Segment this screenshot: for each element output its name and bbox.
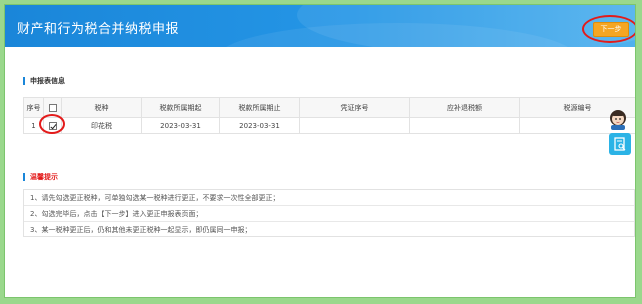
document-search-button[interactable] [609,133,631,155]
column-header-period-end: 税款所属期止 [219,97,300,118]
next-step-button[interactable]: 下一步 [593,22,629,37]
row-checkbox[interactable] [43,117,62,134]
tips-section-title: 温馨提示 [23,173,58,181]
tips-list: 1、请先勾选更正税种，可单独勾选某一税种进行更正，不要求一次性全部更正； 2、勾… [23,189,635,237]
select-all-checkbox[interactable] [43,97,62,118]
app-window: 财产和行为税合并纳税申报 下一步 申报表信息 序号 税种 税款所属期起 税款所属… [4,4,636,298]
tip-item: 1、请先勾选更正税种，可单独勾选某一税种进行更正，不要求一次性全部更正； [24,190,634,206]
tip-item: 3、某一税种更正后，仍和其他未更正税种一起显示，即仍属同一申报； [30,226,252,234]
row-voucher-no [299,117,410,134]
row-index: 1 [23,117,44,134]
row-period-end: 2023-03-31 [219,117,300,134]
row-tax-type: 印花税 [61,117,142,134]
table-header-row: 序号 税种 税款所属期起 税款所属期止 凭证序号 应补退税额 税源编号 [23,97,635,118]
column-header-amount: 应补退税额 [409,97,520,118]
page-header: 财产和行为税合并纳税申报 下一步 [5,5,635,47]
declaration-table: 序号 税种 税款所属期起 税款所属期止 凭证序号 应补退税额 税源编号 1 印花… [23,97,635,134]
document-search-icon [614,137,626,151]
column-header-tax-type: 税种 [61,97,142,118]
assistant-avatar-icon[interactable] [607,108,629,130]
row-amount [409,117,520,134]
page-title: 财产和行为税合并纳税申报 [17,22,180,37]
declaration-section-title: 申报表信息 [23,77,65,85]
tip-item: 2、勾选完毕后，点击【下一步】进入更正申报表页面； [24,206,634,222]
table-row: 1 印花税 2023-03-31 2023-03-31 [23,117,635,134]
column-header-voucher-no: 凭证序号 [299,97,410,118]
column-header-index: 序号 [23,97,44,118]
column-header-period-start: 税款所属期起 [141,97,220,118]
row-period-start: 2023-03-31 [141,117,220,134]
check-icon [48,121,57,130]
